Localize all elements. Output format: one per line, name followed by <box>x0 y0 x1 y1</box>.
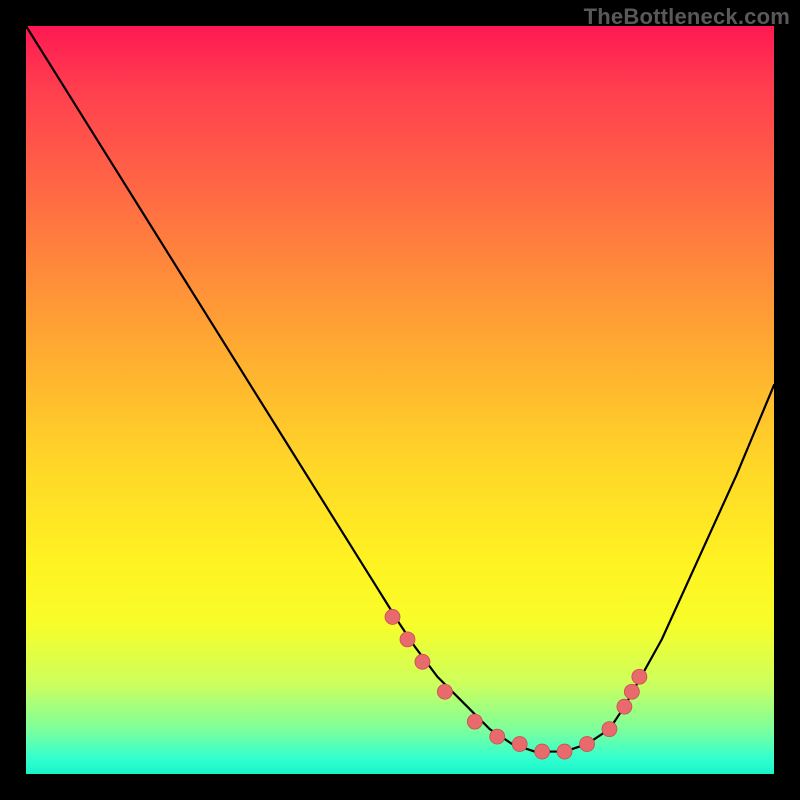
marker-dot <box>602 722 617 737</box>
curve-layer <box>26 26 774 774</box>
bottleneck-curve <box>26 26 774 752</box>
marker-dot <box>617 699 632 714</box>
marker-group <box>385 609 647 759</box>
chart-frame: TheBottleneck.com <box>0 0 800 800</box>
marker-dot <box>385 609 400 624</box>
marker-dot <box>557 744 572 759</box>
marker-dot <box>632 669 647 684</box>
marker-dot <box>437 684 452 699</box>
marker-dot <box>415 654 430 669</box>
marker-dot <box>624 684 639 699</box>
marker-dot <box>512 737 527 752</box>
gradient-plot-area <box>26 26 774 774</box>
marker-dot <box>490 729 505 744</box>
marker-dot <box>535 744 550 759</box>
marker-dot <box>400 632 415 647</box>
marker-dot <box>580 737 595 752</box>
marker-dot <box>467 714 482 729</box>
